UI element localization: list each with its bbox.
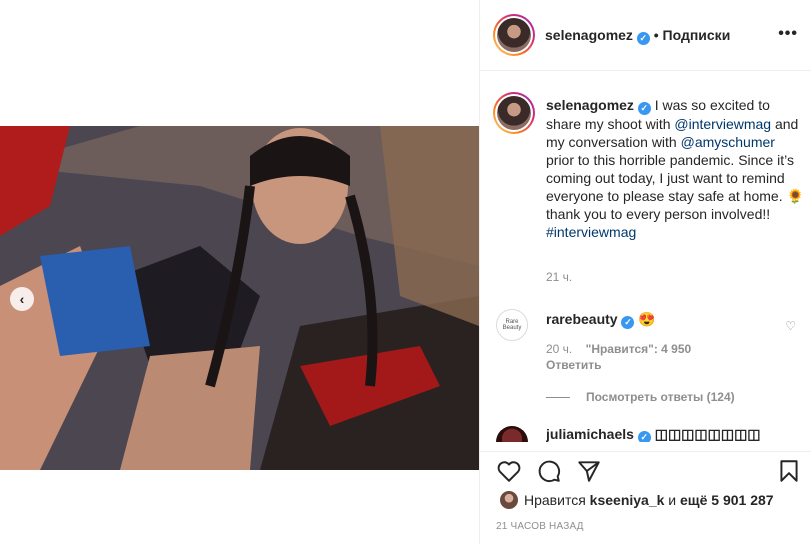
liker-avatar[interactable] bbox=[500, 491, 518, 509]
view-replies-button[interactable]: Посмотреть ответы (124) bbox=[546, 390, 735, 404]
header-username[interactable]: selenagomez bbox=[545, 27, 633, 43]
header-user-line: selenagomez ✓ • Подписки bbox=[545, 27, 730, 45]
avatar[interactable] bbox=[493, 14, 535, 56]
hashtag-link[interactable]: #interviewmag bbox=[546, 224, 636, 240]
heart-icon[interactable] bbox=[496, 458, 522, 484]
comment-like-heart-icon[interactable]: ♡ bbox=[785, 319, 796, 333]
comment-avatar[interactable] bbox=[496, 426, 528, 442]
comment-time: 20 ч. bbox=[546, 342, 573, 356]
comment-body: ◫◫◫◫◫◫◫◫ bbox=[650, 426, 761, 442]
verified-badge-icon: ✓ bbox=[637, 102, 651, 115]
caption-time: 21 ч. bbox=[546, 270, 573, 284]
chevron-left-icon[interactable]: ‹ bbox=[10, 287, 34, 311]
verified-badge-icon: ✓ bbox=[621, 316, 635, 329]
comment-body: 😍 bbox=[634, 311, 656, 327]
comment-avatar[interactable]: Rare Beauty bbox=[496, 309, 528, 341]
comment-username[interactable]: rarebeauty bbox=[546, 311, 618, 327]
share-icon[interactable] bbox=[576, 458, 602, 484]
caption-username[interactable]: selenagomez bbox=[546, 97, 634, 113]
caption-avatar[interactable] bbox=[493, 92, 535, 134]
comment-text: rarebeauty ✓ 😍 bbox=[546, 311, 656, 329]
liker-username[interactable]: kseeniya_k bbox=[590, 492, 665, 508]
comment-text: juliamichaels ✓ ◫◫◫◫◫◫◫◫ bbox=[546, 426, 761, 442]
comment-meta: 20 ч. "Нравится": 4 950 bbox=[546, 342, 691, 356]
header-separator: • bbox=[653, 27, 659, 43]
caption-part-3: prior to this horrible pandemic. Since i… bbox=[546, 152, 804, 222]
likes-middle: и bbox=[664, 492, 681, 508]
likes-count[interactable]: ещё 5 901 287 bbox=[680, 492, 774, 508]
following-button[interactable]: Подписки bbox=[663, 27, 731, 43]
post-timestamp: 21 часов назад bbox=[496, 521, 584, 532]
verified-badge-icon: ✓ bbox=[636, 32, 650, 45]
verified-badge-icon: ✓ bbox=[637, 431, 651, 442]
post-photo[interactable] bbox=[0, 126, 479, 470]
comment-username[interactable]: juliamichaels bbox=[546, 426, 634, 442]
comment-icon[interactable] bbox=[536, 458, 562, 484]
mention-amyschumer[interactable]: @amyschumer bbox=[681, 134, 775, 150]
likes-summary: Нравится kseeniya_k и ещё 5 901 287 bbox=[524, 492, 774, 508]
post-header: selenagomez ✓ • Подписки ••• bbox=[480, 0, 811, 71]
post-actions: Нравится kseeniya_k и ещё 5 901 287 21 ч… bbox=[480, 451, 811, 544]
photo-illustration bbox=[0, 126, 479, 470]
more-options-icon[interactable]: ••• bbox=[778, 25, 798, 43]
bookmark-icon[interactable] bbox=[776, 458, 802, 484]
likes-prefix: Нравится bbox=[524, 492, 590, 508]
comment-likes[interactable]: "Нравится": 4 950 bbox=[586, 342, 692, 356]
reply-button[interactable]: Ответить bbox=[546, 358, 601, 372]
mention-interviewmag[interactable]: @interviewmag bbox=[674, 116, 771, 132]
caption-text: selenagomez ✓ I was so excited to share … bbox=[546, 96, 806, 241]
media-pane: ‹ bbox=[0, 0, 479, 544]
post-sidebar: selenagomez ✓ • Подписки ••• selenagomez… bbox=[479, 0, 811, 544]
